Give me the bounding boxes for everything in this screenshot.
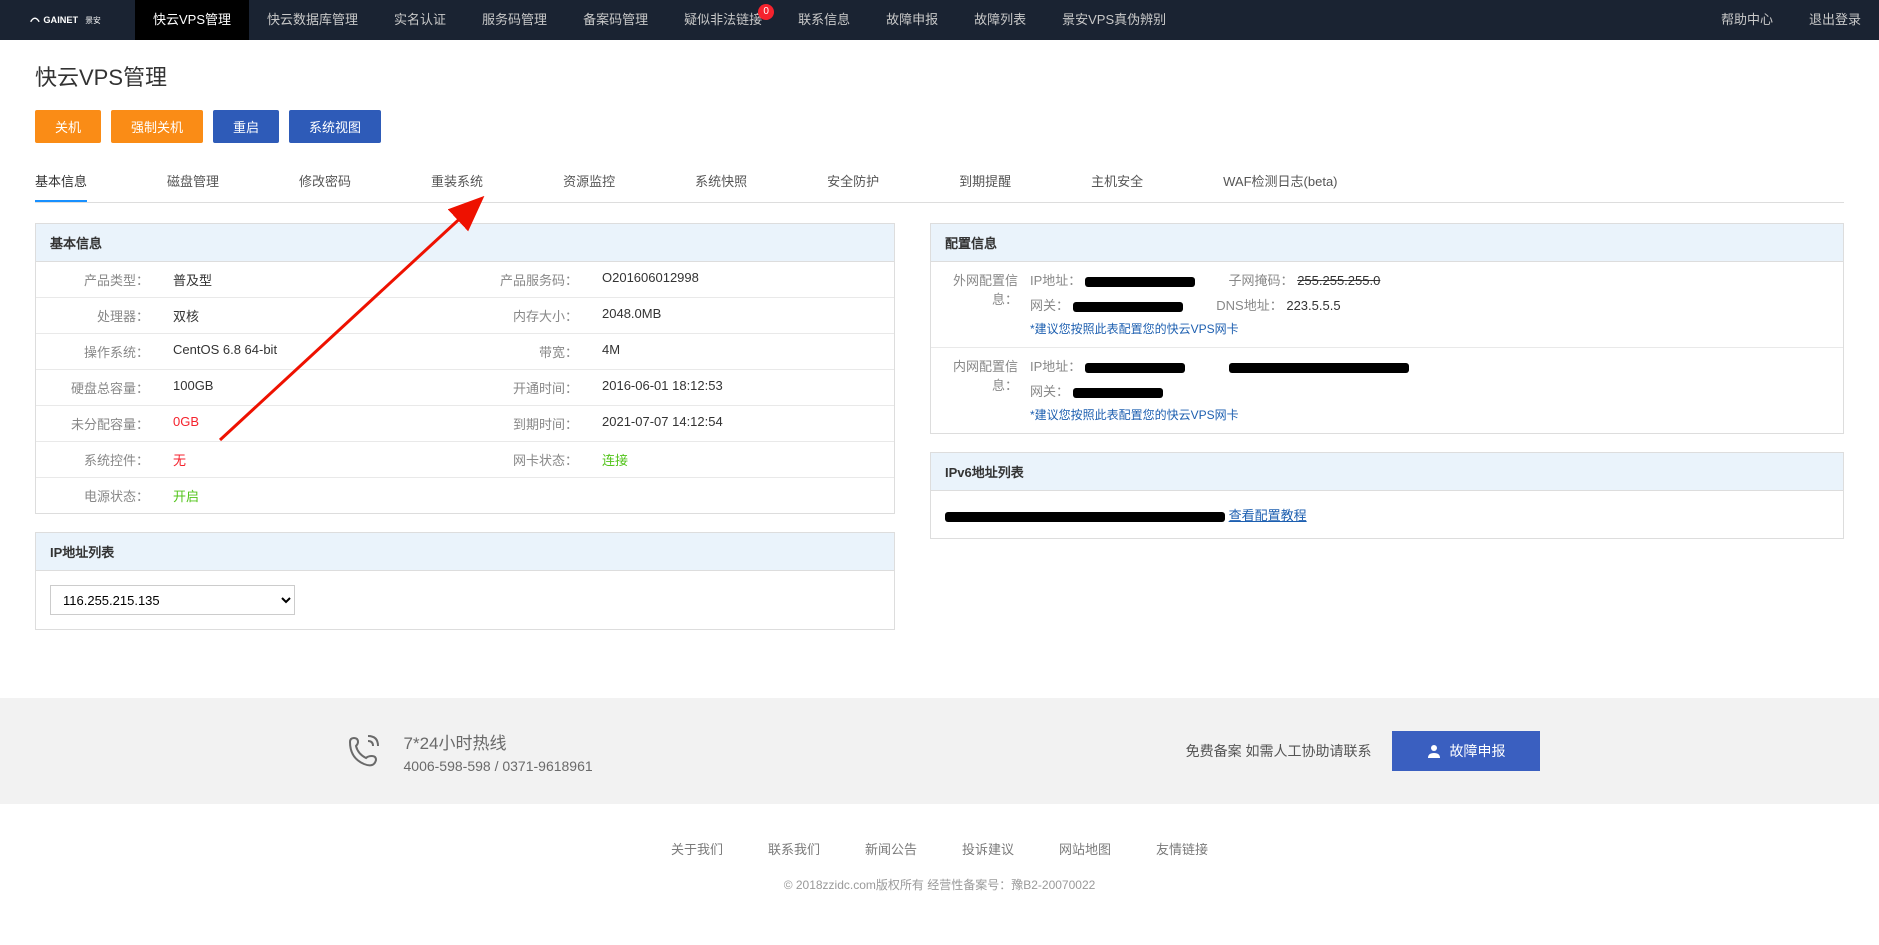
value: 100GB (161, 370, 465, 405)
value: CentOS 6.8 64-bit (161, 334, 465, 369)
config-header: 配置信息 (931, 224, 1843, 262)
nav-item[interactable]: 备案码管理 (565, 0, 666, 40)
action-button[interactable]: 重启 (213, 110, 279, 143)
footer-link[interactable]: 关于我们 (671, 839, 723, 858)
ipv6-body: 查看配置教程 (931, 491, 1843, 538)
int-config-body: IP地址： 网关： *建议您按照此表配置您的快云VPS网卡 (1030, 356, 1829, 425)
nav-item[interactable]: 快云VPS管理 (135, 0, 249, 40)
label: 操作系统： (36, 334, 161, 369)
ext-config-body: IP地址： 子网掩码： 255.255.255.0 网关： DNS地址： 223… (1030, 270, 1829, 339)
value: O201606012998 (590, 262, 894, 297)
label: 开通时间： (465, 370, 590, 405)
logo[interactable]: GAINET 景安 (0, 0, 135, 40)
value: 普及型 (161, 262, 465, 297)
person-icon (1426, 743, 1442, 759)
phone-icon (340, 728, 386, 774)
footer-contact: 7*24小时热线 4006-598-598 / 0371-9618961 免费备… (0, 698, 1879, 804)
tab[interactable]: 主机安全 (1091, 161, 1143, 202)
action-buttons: 关机强制关机重启系统视图 (35, 110, 1844, 143)
hotline-number: 4006-598-598 / 0371-9618961 (404, 758, 593, 774)
value: 4M (590, 334, 894, 369)
suggest-link[interactable]: *建议您按照此表配置您的快云VPS网卡 (1030, 314, 1829, 339)
nav-item[interactable]: 联系信息 (780, 0, 868, 40)
nav-item[interactable]: 快云数据库管理 (249, 0, 376, 40)
footer-link[interactable]: 联系我们 (768, 839, 820, 858)
footer-links: 关于我们 联系我们 新闻公告 投诉建议 网站地图 友情链接 © 2018zzidc.com… (0, 804, 1879, 918)
label: 处理器： (36, 298, 161, 333)
svg-text:景安: 景安 (85, 16, 101, 26)
ipv6-header: IPv6地址列表 (931, 453, 1843, 491)
value: 连接 (590, 442, 894, 477)
value: 2021-07-07 14:12:54 (590, 406, 894, 441)
label: 系统控件： (36, 442, 161, 477)
action-button[interactable]: 强制关机 (111, 110, 203, 143)
nav-item[interactable]: 帮助中心 (1703, 0, 1791, 40)
nav-item[interactable]: 疑似非法链接0 (666, 0, 780, 40)
ipv6-tutorial-link[interactable]: 查看配置教程 (1229, 508, 1307, 523)
value: 2016-06-01 18:12:53 (590, 370, 894, 405)
footer-link[interactable]: 友情链接 (1156, 839, 1208, 858)
footer-link[interactable]: 新闻公告 (865, 839, 917, 858)
nav-item[interactable]: 故障列表 (956, 0, 1044, 40)
value: 双核 (161, 298, 465, 333)
label: 网卡状态： (465, 442, 590, 477)
tab[interactable]: 重装系统 (431, 161, 483, 202)
basic-info-header: 基本信息 (36, 224, 894, 262)
ip-select[interactable]: 116.255.215.135 (50, 585, 295, 615)
copyright: © 2018zzidc.com版权所有 经营性备案号：豫B2-20070022 (0, 876, 1879, 893)
tabs: 基本信息 磁盘管理 修改密码 重装系统 资源监控 系统快照 安全防护 到期提醒 主机安全 WAF检… (35, 161, 1844, 203)
top-nav: GAINET 景安 快云VPS管理快云数据库管理实名认证服务码管理备案码管理疑似… (0, 0, 1879, 40)
nav-badge: 0 (758, 4, 774, 20)
gainet-logo-icon: GAINET 景安 (25, 9, 110, 30)
tab[interactable]: WAF检测日志(beta) (1223, 161, 1337, 202)
tab[interactable]: 修改密码 (299, 161, 351, 202)
hotline-title: 7*24小时热线 (404, 729, 593, 754)
fault-report-button[interactable]: 故障申报 (1392, 731, 1540, 771)
tab[interactable]: 资源监控 (563, 161, 615, 202)
ip-list-panel: IP地址列表 116.255.215.135 (35, 532, 895, 630)
label: 到期时间： (465, 406, 590, 441)
ip-list-header: IP地址列表 (36, 533, 894, 571)
suggest-link[interactable]: *建议您按照此表配置您的快云VPS网卡 (1030, 400, 1829, 425)
value: 开启 (161, 478, 894, 513)
label: 产品类型： (36, 262, 161, 297)
label: 外网配置信息： (945, 270, 1030, 308)
footer-link[interactable]: 网站地图 (1059, 839, 1111, 858)
record-text: 免费备案 如需人工协助请联系 (1186, 741, 1372, 761)
label: 带宽： (465, 334, 590, 369)
label: 内存大小： (465, 298, 590, 333)
action-button[interactable]: 关机 (35, 110, 101, 143)
ipv6-panel: IPv6地址列表 查看配置教程 (930, 452, 1844, 539)
svg-text:GAINET: GAINET (43, 16, 78, 26)
nav-item[interactable]: 服务码管理 (464, 0, 565, 40)
footer-link[interactable]: 投诉建议 (962, 839, 1014, 858)
nav-item[interactable]: 退出登录 (1791, 0, 1879, 40)
label: 硬盘总容量： (36, 370, 161, 405)
nav-item[interactable]: 景安VPS真伪辨别 (1044, 0, 1184, 40)
page-title: 快云VPS管理 (35, 60, 1844, 92)
label: 内网配置信息： (945, 356, 1030, 394)
nav-item[interactable]: 实名认证 (376, 0, 464, 40)
tab[interactable]: 系统快照 (695, 161, 747, 202)
label: 电源状态： (36, 478, 161, 513)
label: 产品服务码： (465, 262, 590, 297)
value: 2048.0MB (590, 298, 894, 333)
tab[interactable]: 基本信息 (35, 161, 87, 202)
value: 0GB (161, 406, 465, 441)
label: 未分配容量： (36, 406, 161, 441)
tab[interactable]: 安全防护 (827, 161, 879, 202)
tab[interactable]: 到期提醒 (959, 161, 1011, 202)
action-button[interactable]: 系统视图 (289, 110, 381, 143)
tab[interactable]: 磁盘管理 (167, 161, 219, 202)
config-panel: 配置信息 外网配置信息： IP地址： 子网掩码： 255.255.255.0 网… (930, 223, 1844, 434)
value: 无 (161, 442, 465, 477)
basic-info-panel: 基本信息 产品类型：普及型 产品服务码：O201606012998 处理器：双核… (35, 223, 895, 514)
nav-item[interactable]: 故障申报 (868, 0, 956, 40)
